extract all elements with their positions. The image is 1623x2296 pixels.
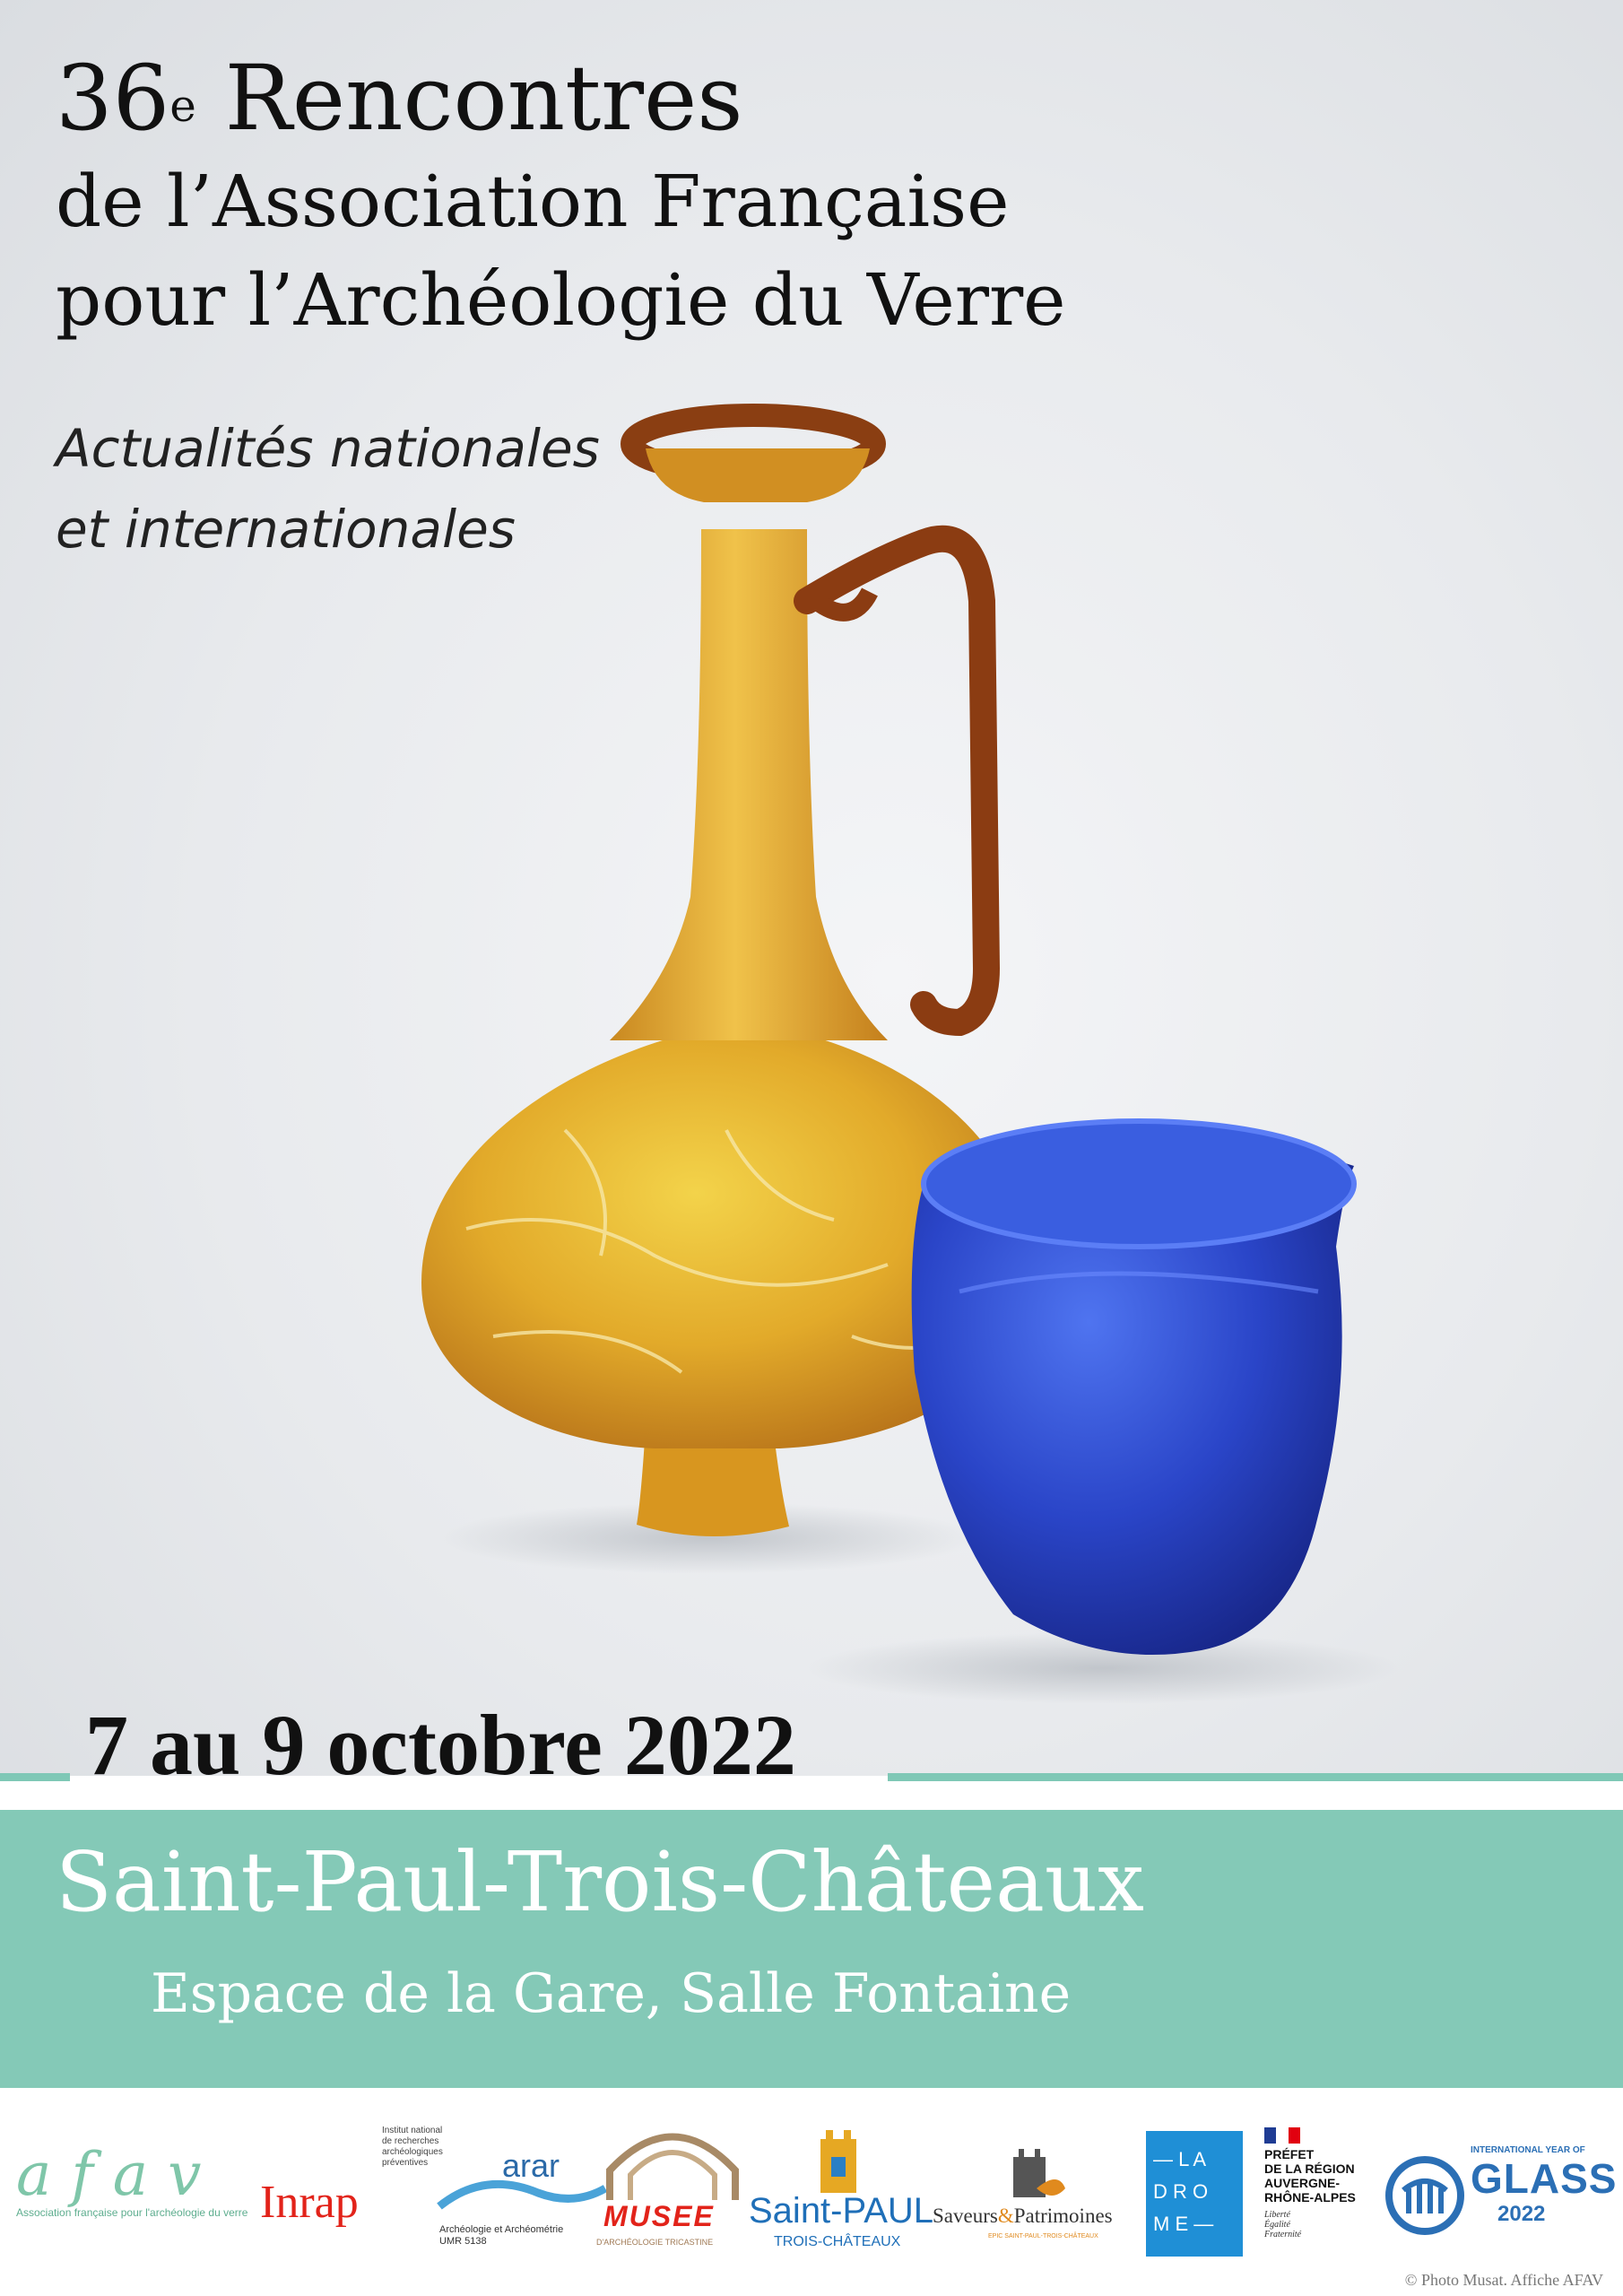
event-venue: Espace de la Gare, Salle Fontaine xyxy=(151,1962,1072,2025)
prefet-logo: PRÉFET DE LA RÉGION AUVERGNE- RHÔNE-ALPE… xyxy=(1264,2127,1390,2257)
prefet-motto-2: Égalité xyxy=(1264,2220,1290,2230)
arar-tagline-2: UMR 5138 xyxy=(439,2236,487,2247)
date-rule-left xyxy=(0,1773,70,1781)
afav-wordmark: afav xyxy=(16,2140,221,2209)
saint-paul-logo: Saint-PAUL TROIS-CHÂTEAUX xyxy=(749,2121,933,2256)
title-number: 36 xyxy=(56,46,170,151)
photo-credit: © Photo Musat. Affiche AFAV xyxy=(1404,2271,1603,2289)
inrap-tagline-2: de recherches xyxy=(382,2136,439,2146)
musee-tagline: D'ARCHÉOLOGIE TRICASTINE xyxy=(596,2238,714,2247)
prefet-line-2: DE LA RÉGION xyxy=(1264,2161,1355,2176)
iyog-logo: INTERNATIONAL YEAR OF GLASS 2022 xyxy=(1471,2145,1618,2253)
drome-line-1: — L A xyxy=(1153,2148,1207,2170)
arar-tagline-1: Archéologie et Archéométrie xyxy=(439,2224,564,2235)
sponsor-logos: afav Association française pour l'archéo… xyxy=(0,2090,1623,2296)
saint-paul-wordmark: Saint-PAUL xyxy=(749,2191,934,2231)
afav-logo: afav Association française pour l'archéo… xyxy=(16,2144,258,2251)
iyog-emblem-icon xyxy=(1385,2156,1464,2235)
title-block: 36e Rencontres de l’Association Français… xyxy=(56,45,1066,350)
iyog-year: 2022 xyxy=(1497,2202,1546,2226)
inrap-wordmark: Inrap xyxy=(260,2177,359,2228)
glass-vessels-photo xyxy=(421,404,1399,1704)
event-dates: 7 au 9 octobre 2022 xyxy=(85,1697,796,1793)
musee-logo: MUSEE D'ARCHÉOLOGIE TRICASTINE xyxy=(596,2121,749,2256)
iyog-glass: GLASS xyxy=(1471,2155,1618,2202)
title-word: Rencontres xyxy=(195,46,743,151)
title-line-2: de l’Association Française xyxy=(56,160,1010,243)
musee-arch-icon xyxy=(606,2133,739,2200)
prefet-motto-1: Liberté xyxy=(1264,2210,1290,2220)
castle-tower-icon xyxy=(820,2130,856,2193)
saveurs-name-2: Patrimoines xyxy=(1013,2205,1113,2227)
arar-logo: arar Archéologie et Archéométrie UMR 513… xyxy=(430,2147,610,2260)
inrap-tagline-1: Institut national xyxy=(382,2126,443,2135)
title-line-3: pour l’Archéologie du Verre xyxy=(56,258,1066,342)
event-city: Saint-Paul-Trois-Châteaux xyxy=(56,1834,1145,1930)
prefet-line-1: PRÉFET xyxy=(1264,2147,1315,2161)
arar-wordmark: arar xyxy=(502,2147,560,2184)
date-row: 7 au 9 octobre 2022 xyxy=(0,1697,1623,1793)
iyog-top: INTERNATIONAL YEAR OF xyxy=(1471,2145,1585,2155)
marianne-flag-icon xyxy=(1264,2127,1300,2144)
prefet-motto-3: Fraternité xyxy=(1264,2230,1302,2239)
tower-leaf-icon xyxy=(1013,2149,1065,2197)
musee-wordmark: MUSEE xyxy=(603,2200,715,2232)
saveurs-sub: EPIC SAINT-PAUL-TROIS-CHÂTEAUX xyxy=(988,2233,1098,2239)
title-line-1: 36e Rencontres xyxy=(56,45,1066,152)
prefet-line-4: RHÔNE-ALPES xyxy=(1264,2190,1356,2205)
afav-tagline: Association française pour l'archéologie… xyxy=(16,2206,248,2219)
drome-line-2: D R O xyxy=(1153,2180,1209,2203)
drome-line-3: M E — xyxy=(1153,2213,1214,2235)
title-superscript: e xyxy=(169,80,196,132)
inrap-logo: Institut national de recherches archéolo… xyxy=(260,2126,443,2251)
saveurs-name-1: Saveurs xyxy=(933,2205,998,2227)
saveurs-patrimoines-logo: Saveurs&Patrimoines EPIC SAINT-PAUL-TROI… xyxy=(933,2144,1139,2251)
prefet-line-3: AUVERGNE- xyxy=(1264,2176,1341,2190)
date-rule-right xyxy=(888,1773,1623,1781)
saint-paul-sub: TROIS-CHÂTEAUX xyxy=(774,2234,901,2249)
drome-logo: — L A D R O M E — xyxy=(1146,2131,1243,2257)
